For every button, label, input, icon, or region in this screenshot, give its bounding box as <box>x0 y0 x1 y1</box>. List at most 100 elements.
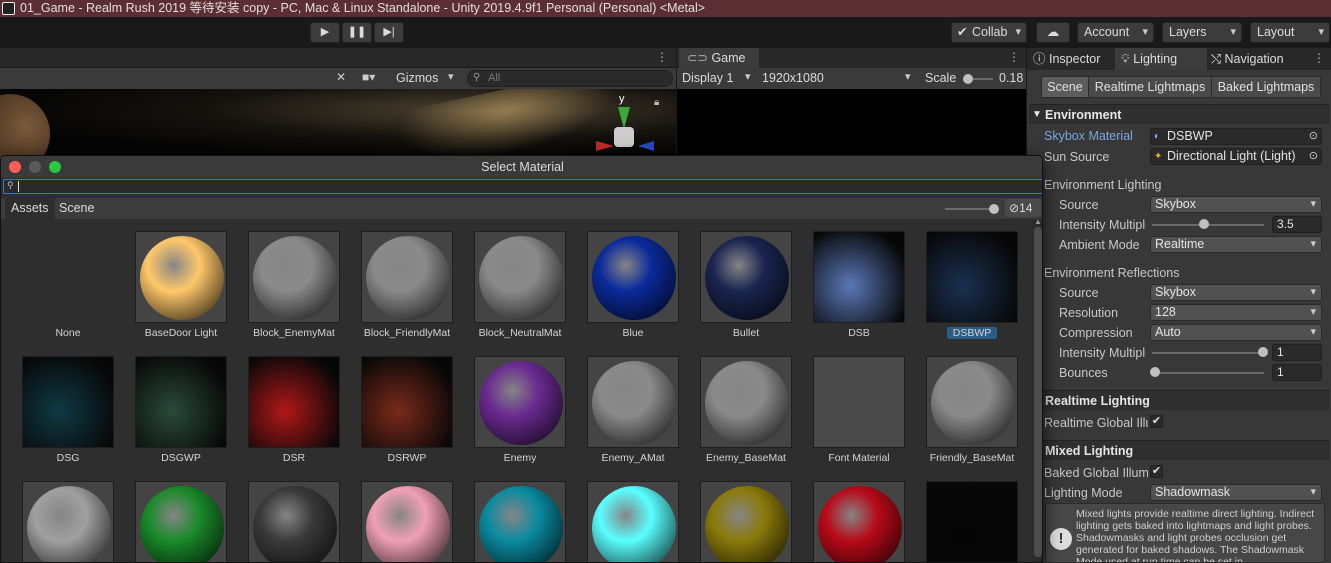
step-icon[interactable]: ▶| <box>374 22 404 43</box>
material-item[interactable]: Block_FriendlyMat <box>360 219 470 339</box>
refl-source-dropdown[interactable]: Skybox <box>1150 284 1322 301</box>
scene-viewport[interactable]: y 🔒︎ <box>0 89 676 159</box>
material-item[interactable] <box>473 469 583 562</box>
maximize-icon[interactable] <box>49 161 61 173</box>
material-thumbnail <box>474 481 566 562</box>
material-thumbnail <box>700 356 792 448</box>
gizmos-dropdown[interactable]: Gizmos <box>396 71 438 85</box>
game-viewport[interactable] <box>677 89 1026 159</box>
material-item[interactable]: DSGWP <box>134 344 244 464</box>
segment-baked-lightmaps[interactable]: Baked Lightmaps <box>1211 76 1321 98</box>
material-item[interactable]: Bullet <box>699 219 809 339</box>
refl-compression-dropdown[interactable]: Auto <box>1150 324 1322 341</box>
collab-button[interactable]: ✔ Collab <box>951 22 1027 43</box>
material-item[interactable]: Block_EnemyMat <box>247 219 357 339</box>
lighting-mode-dropdown[interactable]: Shadowmask <box>1150 484 1322 501</box>
resolution-dropdown[interactable]: 1920x1080 <box>762 71 824 85</box>
material-item[interactable] <box>586 469 696 562</box>
material-item[interactable] <box>699 469 809 562</box>
bounces-thumb[interactable] <box>1150 367 1160 377</box>
grid-scrollbar[interactable]: ▲ <box>1032 217 1042 562</box>
baked-gi-checkbox[interactable]: ✔ <box>1150 465 1163 478</box>
sun-picker-icon[interactable]: ⊙ <box>1309 149 1318 164</box>
right-more-options-icon[interactable]: ⋮ <box>1313 51 1325 65</box>
scale-slider-thumb[interactable] <box>963 74 973 84</box>
cloud-icon[interactable]: ☁ <box>1036 22 1070 43</box>
material-item[interactable]: DSG <box>21 344 131 464</box>
material-item[interactable]: DSRWP <box>360 344 470 464</box>
account-dropdown[interactable]: Account <box>1077 22 1154 43</box>
realtime-gi-checkbox[interactable]: ✔ <box>1150 415 1163 428</box>
gizmos-caret-icon[interactable]: ▾ <box>448 70 454 83</box>
material-item[interactable]: None <box>21 219 131 339</box>
env-intensity-thumb[interactable] <box>1198 219 1209 229</box>
realtime-lighting-header[interactable]: Realtime Lighting <box>1029 390 1329 410</box>
hidden-packages-button[interactable]: ⊘14 <box>1005 199 1041 217</box>
material-item[interactable]: Enemy_AMat <box>586 344 696 464</box>
material-item[interactable] <box>925 469 1035 562</box>
orientation-gizmo[interactable]: y <box>596 93 656 153</box>
material-item[interactable]: Enemy_BaseMat <box>699 344 809 464</box>
material-item[interactable]: Font Material <box>812 344 922 464</box>
material-item[interactable]: DSR <box>247 344 357 464</box>
ambient-mode-dropdown[interactable]: Realtime <box>1150 236 1322 253</box>
material-item[interactable]: Block_NeutralMat <box>473 219 583 339</box>
material-item[interactable] <box>134 469 244 562</box>
zoom-slider-track[interactable] <box>945 208 995 210</box>
skybox-field[interactable]: ◐ DSBWP ⊙ <box>1150 128 1322 145</box>
tools-icon[interactable]: ✕ <box>336 70 346 84</box>
baked-gi-label: Baked Global Illum <box>1044 466 1148 480</box>
game-toolbar: Display 1 ▾ 1920x1080 ▾ Scale 0.18 <box>677 68 1026 89</box>
sphere-preview-icon <box>931 361 1015 445</box>
tab-lighting[interactable]: 💡︎ Lighting <box>1115 48 1207 70</box>
layers-dropdown[interactable]: Layers <box>1162 22 1242 43</box>
env-reflections-label: Environment Reflections <box>1044 266 1180 280</box>
picker-tabs: Assets Scene ⊘14 <box>1 198 1042 219</box>
material-label: BaseDoor Light <box>144 327 218 339</box>
display-dropdown[interactable]: Display 1 <box>682 71 733 85</box>
tab-assets[interactable]: Assets <box>5 198 55 219</box>
material-search-input[interactable]: ⚲ <box>3 179 1042 194</box>
scene-search-input[interactable]: ⚲ All <box>467 70 673 87</box>
material-item[interactable]: Blue <box>586 219 696 339</box>
tab-navigation[interactable]: ⤭ Navigation <box>1211 48 1284 70</box>
game-more-options-icon[interactable]: ⋮ <box>1008 50 1020 64</box>
tab-inspector[interactable]: ⓘ Inspector <box>1033 48 1100 70</box>
bounces-field[interactable]: 1 <box>1272 364 1322 381</box>
material-item[interactable]: BaseDoor Light <box>134 219 244 339</box>
grid-scroll-thumb[interactable] <box>1034 227 1042 557</box>
sun-field[interactable]: ✦ Directional Light (Light) ⊙ <box>1150 148 1322 165</box>
material-item[interactable] <box>812 469 922 562</box>
object-picker-icon[interactable]: ⊙ <box>1309 129 1318 144</box>
play-icon[interactable]: ▶ <box>310 22 340 43</box>
camera-icon[interactable]: ■▾ <box>362 70 375 84</box>
env-intensity-field[interactable]: 3.5 <box>1272 216 1322 233</box>
lock-icon[interactable]: 🔒︎ <box>654 97 659 108</box>
close-icon[interactable] <box>9 161 21 173</box>
tab-game[interactable]: ⊂⊃ Game <box>679 48 759 68</box>
bounces-track[interactable] <box>1152 372 1264 374</box>
tab-scene[interactable]: Scene <box>53 198 100 219</box>
segment-scene[interactable]: Scene <box>1041 76 1089 98</box>
material-item[interactable] <box>21 469 131 562</box>
mixed-lighting-header[interactable]: Mixed Lighting <box>1029 440 1329 460</box>
env-source-dropdown[interactable]: Skybox <box>1150 196 1322 213</box>
refl-intensity-field[interactable]: 1 <box>1272 344 1322 361</box>
refl-intensity-track[interactable] <box>1152 352 1264 354</box>
zoom-slider-thumb[interactable] <box>989 204 999 214</box>
pause-icon[interactable]: ❚❚ <box>342 22 372 43</box>
refl-resolution-dropdown[interactable]: 128 <box>1150 304 1322 321</box>
environment-header[interactable]: ▼ Environment <box>1029 104 1329 124</box>
material-item[interactable] <box>360 469 470 562</box>
scroll-up-icon[interactable]: ▲ <box>1034 217 1042 226</box>
segment-realtime-lightmaps[interactable]: Realtime Lightmaps <box>1088 76 1212 98</box>
material-item[interactable]: DSBWP <box>925 219 1035 339</box>
layout-dropdown[interactable]: Layout <box>1250 22 1330 43</box>
refl-intensity-thumb[interactable] <box>1258 347 1268 357</box>
material-item[interactable]: DSB <box>812 219 922 339</box>
material-item[interactable]: Friendly_BaseMat <box>925 344 1035 464</box>
more-options-icon[interactable]: ⋮ <box>656 50 668 64</box>
minimize-icon[interactable] <box>29 161 41 173</box>
material-item[interactable] <box>247 469 357 562</box>
material-item[interactable]: Enemy <box>473 344 583 464</box>
